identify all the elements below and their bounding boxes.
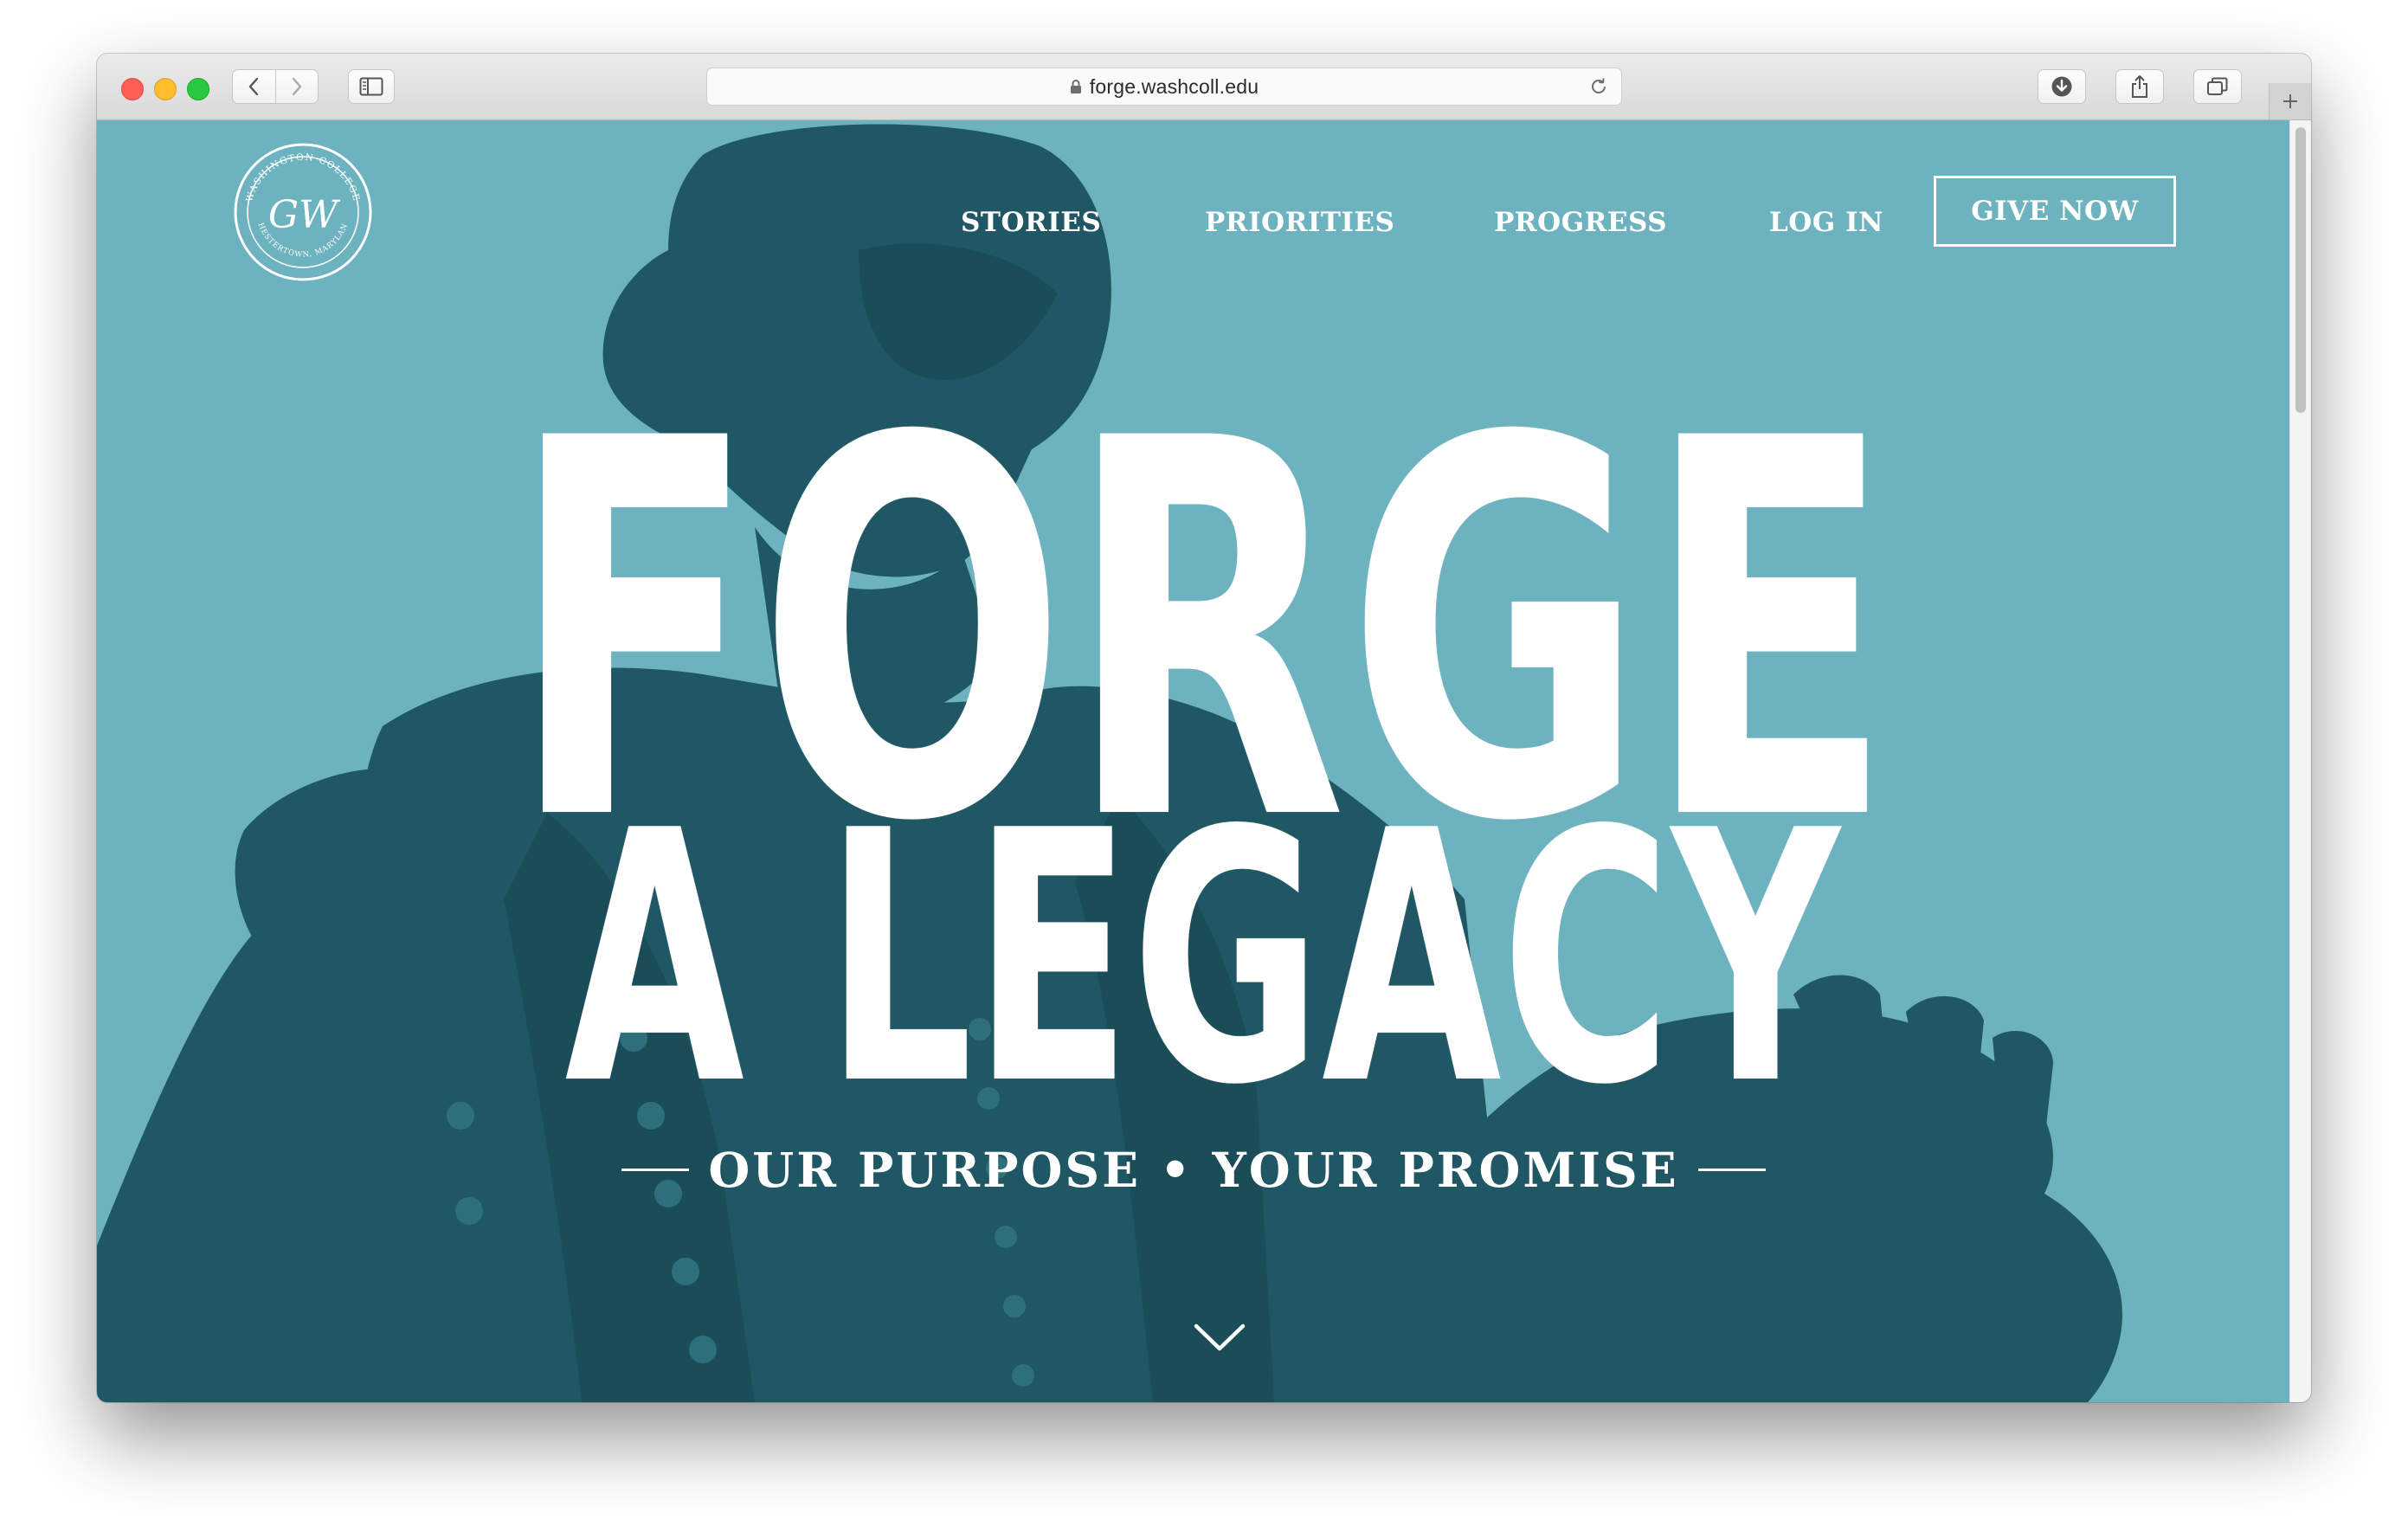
give-now-button[interactable]: GIVE NOW — [1934, 176, 2176, 247]
reload-icon[interactable] — [1588, 76, 1609, 97]
share-icon — [2132, 75, 2147, 98]
back-button[interactable] — [233, 70, 275, 103]
address-url: forge.washcoll.edu — [1089, 74, 1259, 98]
share-button[interactable] — [2115, 69, 2164, 104]
download-icon — [2051, 76, 2072, 97]
nav-login-link[interactable]: LOG IN — [1769, 207, 1883, 238]
forward-button[interactable] — [274, 70, 319, 103]
chevron-right-icon — [292, 77, 301, 96]
nav-priorities-link[interactable]: PRIORITIES — [1205, 207, 1394, 238]
lock-icon — [1070, 80, 1081, 93]
show-tabs-button[interactable] — [2193, 69, 2242, 104]
hero-tagline-row: OUR PURPOSE • YOUR PROMISE — [97, 1142, 2290, 1198]
washington-college-logo[interactable]: WASHINGTON COLLEGE CHESTERTOWN, MARYLAND… — [232, 141, 374, 283]
chevron-left-icon — [249, 77, 259, 96]
new-tab-button[interactable] — [2269, 83, 2311, 119]
sidebar-toggle-button[interactable] — [348, 69, 395, 104]
page-scrollbar[interactable] — [2289, 120, 2311, 1402]
history-nav — [232, 69, 319, 104]
browser-toolbar: forge.washcoll.edu — [97, 54, 2311, 120]
tabs-overview-icon — [2207, 77, 2228, 95]
hero-tagline: OUR PURPOSE • YOUR PROMISE — [708, 1142, 1679, 1198]
web-page: WASHINGTON COLLEGE CHESTERTOWN, MARYLAND… — [97, 120, 2290, 1402]
browser-window: forge.washcoll.edu WASHINGTON COLLEGE HE… — [97, 54, 2311, 1402]
close-window-button[interactable] — [121, 78, 144, 100]
scrollbar-thumb[interactable] — [2295, 127, 2306, 413]
downloads-button[interactable] — [2038, 69, 2086, 104]
address-text-wrap: forge.washcoll.edu — [707, 68, 1621, 105]
address-bar[interactable]: forge.washcoll.edu — [706, 68, 1622, 106]
chevron-down-icon[interactable] — [1193, 1322, 1246, 1353]
logo-monogram: GW — [268, 193, 341, 237]
sidebar-icon — [359, 77, 383, 96]
tagline-rule-right — [1697, 1169, 1766, 1171]
zoom-window-button[interactable] — [187, 78, 209, 100]
nav-progress-link[interactable]: PROGRESS — [1494, 207, 1667, 238]
nav-stories-link[interactable]: STORIES — [961, 207, 1101, 238]
plus-icon — [2283, 94, 2297, 108]
hero-headline-line2: A LEGACY — [564, 758, 1840, 1161]
tagline-rule-left — [621, 1169, 690, 1171]
minimize-window-button[interactable] — [154, 78, 177, 100]
